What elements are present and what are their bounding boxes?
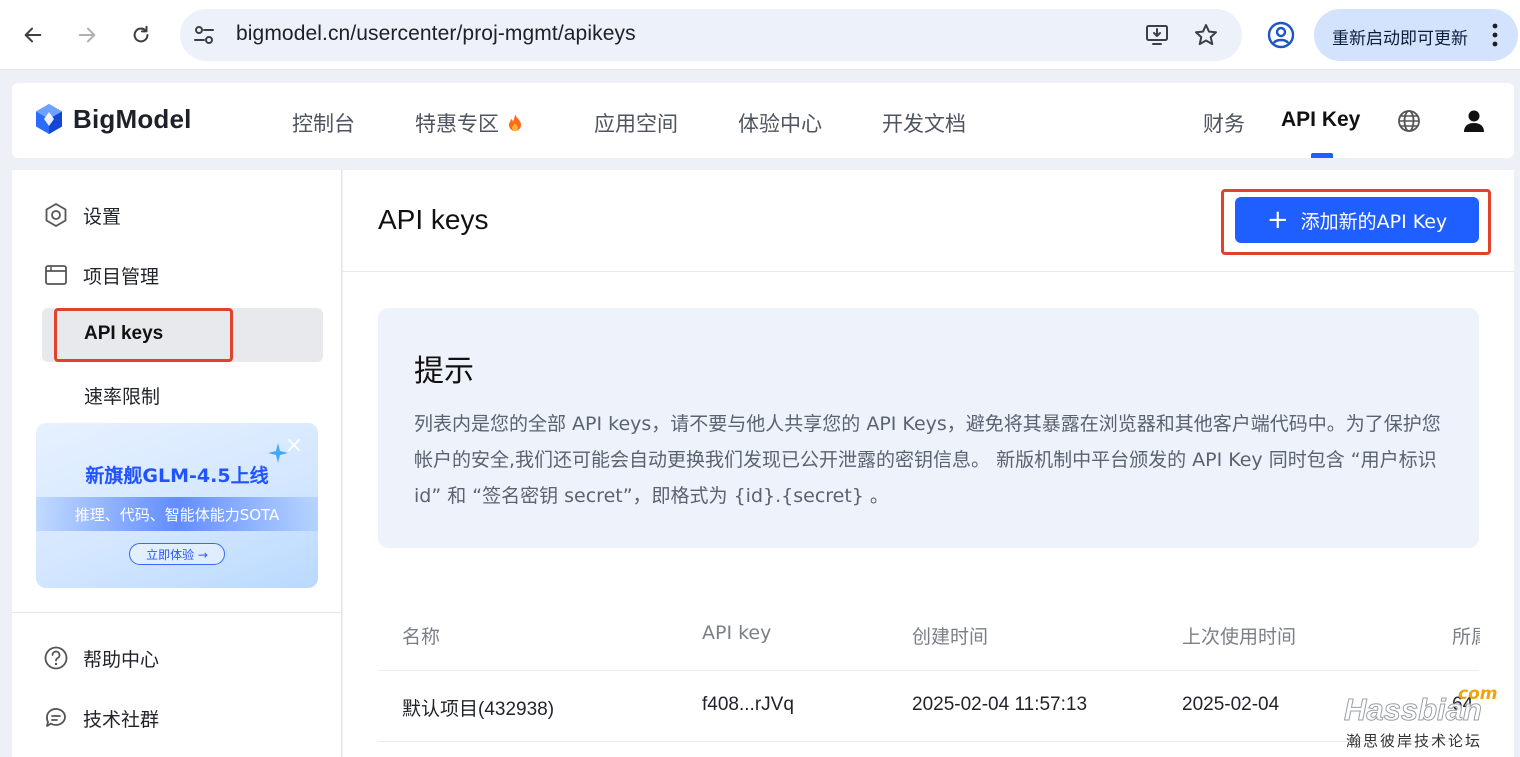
- install-app-icon[interactable]: [1144, 22, 1170, 48]
- chat-community-icon: [46, 708, 66, 727]
- watermark-brand: Hassbian: [1344, 692, 1483, 728]
- table-header-divider: [378, 670, 1479, 671]
- sidebar-item-community[interactable]: 技术社群: [42, 704, 159, 732]
- address-bar[interactable]: bigmodel.cn/usercenter/proj-mgmt/apikeys: [180, 9, 1242, 61]
- brand-logo[interactable]: BigModel: [34, 103, 192, 135]
- main-content: API keys + 添加新的API Key 提示 列表内是您的全部 API k…: [343, 170, 1514, 757]
- bigmodel-logo-icon: [36, 104, 62, 134]
- promo-title: 新旗舰GLM-4.5上线: [85, 465, 269, 487]
- column-header-owner: 所属: [1452, 626, 1480, 648]
- sidebar-divider: [12, 612, 341, 613]
- watermark-caption: 瀚思彼岸技术论坛: [1346, 732, 1483, 750]
- profile-icon[interactable]: [1266, 20, 1296, 50]
- promo-subtitle: 推理、代码、智能体能力SOTA: [74, 506, 280, 524]
- try-now-button[interactable]: 立即体验 →: [129, 543, 225, 565]
- cell-api-key: f408...rJVq: [702, 694, 794, 715]
- reload-button[interactable]: [123, 17, 159, 53]
- tip-body: 列表内是您的全部 API keys，请不要与他人共享您的 API Keys，避免…: [414, 413, 1441, 507]
- glm-promo-banner[interactable]: 新旗舰GLM-4.5上线 推理、代码、智能体能力SOTA 立即体验 →: [36, 423, 318, 588]
- browser-toolbar: bigmodel.cn/usercenter/proj-mgmt/apikeys…: [0, 0, 1520, 70]
- add-api-key-label: 添加新的API Key: [1300, 210, 1448, 233]
- sidebar-item-label: 技术社群: [83, 708, 160, 731]
- user-account-icon[interactable]: [1462, 108, 1486, 134]
- header-divider: [343, 271, 1514, 272]
- language-globe-icon[interactable]: [1396, 108, 1422, 134]
- column-header-name: 名称: [402, 626, 441, 648]
- page-title: API keys: [378, 204, 489, 235]
- nav-finance[interactable]: 财务: [1203, 108, 1245, 138]
- nav-console[interactable]: 控制台: [292, 108, 355, 138]
- help-question-icon: [44, 646, 68, 670]
- nav-api-key[interactable]: API Key: [1281, 108, 1360, 132]
- sidebar-item-label: 设置: [83, 205, 122, 228]
- watermark-logo: com Hassbian 瀚思彼岸技术论坛: [1342, 684, 1512, 754]
- sidebar-item-label: 项目管理: [83, 265, 160, 288]
- sidebar: 设置 项目管理 API keys 速率限制 新旗舰GLM-4.5上线 推理、代码…: [12, 170, 342, 757]
- tip-title: 提示: [414, 354, 474, 389]
- close-icon[interactable]: [286, 437, 302, 453]
- column-header-api-key: API key: [702, 622, 772, 644]
- project-folder-icon: [45, 265, 67, 285]
- arrow-right-icon: [78, 27, 96, 43]
- sidebar-item-api-keys[interactable]: API keys: [84, 323, 163, 345]
- back-button[interactable]: [15, 17, 51, 53]
- sidebar-item-project-management[interactable]: 项目管理: [42, 261, 159, 289]
- tip-panel: 提示 列表内是您的全部 API keys，请不要与他人共享您的 API Keys…: [378, 308, 1479, 548]
- cell-last-used: 2025-02-04: [1182, 694, 1280, 715]
- add-api-key-button[interactable]: + 添加新的API Key: [1235, 197, 1479, 243]
- sidebar-item-rate-limit[interactable]: 速率限制: [84, 382, 160, 409]
- forward-button[interactable]: [69, 17, 105, 53]
- active-nav-indicator: [1311, 153, 1333, 158]
- nav-deals-label: 特惠专区: [415, 112, 499, 136]
- sidebar-item-settings[interactable]: 设置: [42, 201, 121, 229]
- column-header-last-used: 上次使用时间: [1182, 626, 1297, 648]
- more-vertical-icon[interactable]: [1490, 21, 1500, 49]
- sidebar-item-help-center[interactable]: 帮助中心: [42, 644, 159, 672]
- sidebar-item-label: 帮助中心: [83, 648, 160, 671]
- column-header-created: 创建时间: [912, 626, 989, 648]
- site-settings-icon[interactable]: [192, 23, 216, 47]
- table-row-divider: [378, 741, 1479, 742]
- site-header: BigModel 控制台 特惠专区 应用空间 体验中心 开发文档 财务 API …: [12, 83, 1514, 158]
- nav-deals[interactable]: 特惠专区: [415, 108, 523, 138]
- update-button[interactable]: 重新启动即可更新: [1314, 9, 1518, 61]
- reload-icon: [133, 25, 149, 43]
- fire-icon: [509, 114, 521, 131]
- arrow-left-icon: [24, 27, 42, 43]
- nav-dev-docs[interactable]: 开发文档: [882, 108, 966, 138]
- nav-app-space[interactable]: 应用空间: [594, 108, 678, 138]
- brand-name: BigModel: [73, 103, 192, 134]
- update-label: 重新启动即可更新: [1332, 29, 1468, 49]
- bookmark-star-icon[interactable]: [1193, 22, 1219, 48]
- settings-icon: [45, 203, 67, 227]
- cell-name: 默认项目(432938): [402, 699, 555, 720]
- url-text[interactable]: bigmodel.cn/usercenter/proj-mgmt/apikeys: [236, 22, 636, 46]
- cell-created: 2025-02-04 11:57:13: [912, 694, 1088, 715]
- nav-experience-center[interactable]: 体验中心: [738, 108, 822, 138]
- sparkle-icon: [268, 443, 288, 463]
- plus-icon: +: [1266, 205, 1289, 235]
